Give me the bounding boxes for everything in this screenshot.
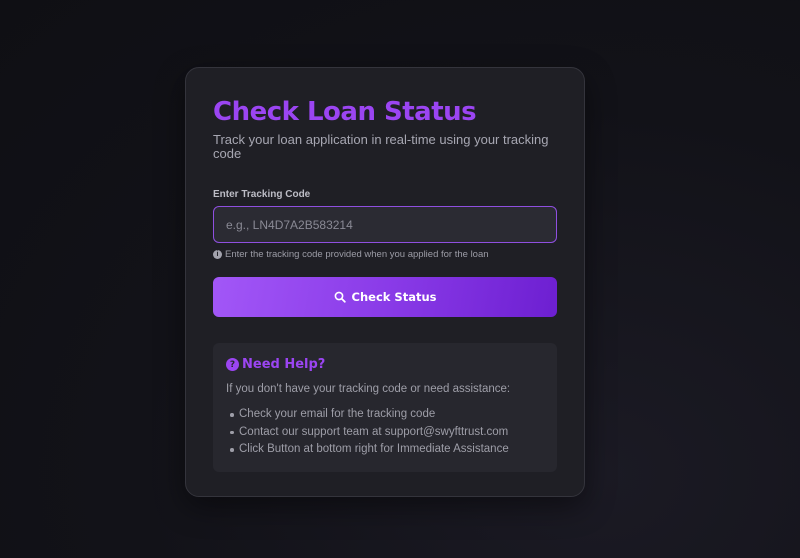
help-title-text: Need Help? bbox=[242, 357, 326, 372]
question-icon: ? bbox=[226, 358, 239, 371]
page-subtitle: Track your loan application in real-time… bbox=[213, 132, 549, 161]
help-list-item: Contact our support team at support@swyf… bbox=[226, 424, 544, 442]
tracking-code-input[interactable] bbox=[213, 206, 557, 243]
hint-text: Enter the tracking code provided when yo… bbox=[225, 248, 489, 260]
loan-status-card: Check Loan Status Track your loan applic… bbox=[185, 67, 585, 497]
check-status-button[interactable]: Check Status bbox=[213, 277, 557, 317]
tracking-code-hint: i Enter the tracking code provided when … bbox=[213, 248, 557, 260]
tracking-code-label: Enter Tracking Code bbox=[213, 189, 311, 200]
help-list-item: Check your email for the tracking code bbox=[226, 406, 544, 424]
info-icon: i bbox=[213, 249, 222, 259]
page-title: Check Loan Status bbox=[213, 97, 477, 127]
help-box: ? Need Help? If you don't have your trac… bbox=[213, 343, 557, 472]
search-icon bbox=[334, 291, 346, 303]
check-status-label: Check Status bbox=[351, 290, 437, 304]
help-list: Check your email for the tracking code C… bbox=[226, 406, 544, 459]
help-intro: If you don't have your tracking code or … bbox=[226, 383, 511, 395]
help-title: ? Need Help? bbox=[226, 357, 544, 372]
help-list-item: Click Button at bottom right for Immedia… bbox=[226, 441, 544, 459]
